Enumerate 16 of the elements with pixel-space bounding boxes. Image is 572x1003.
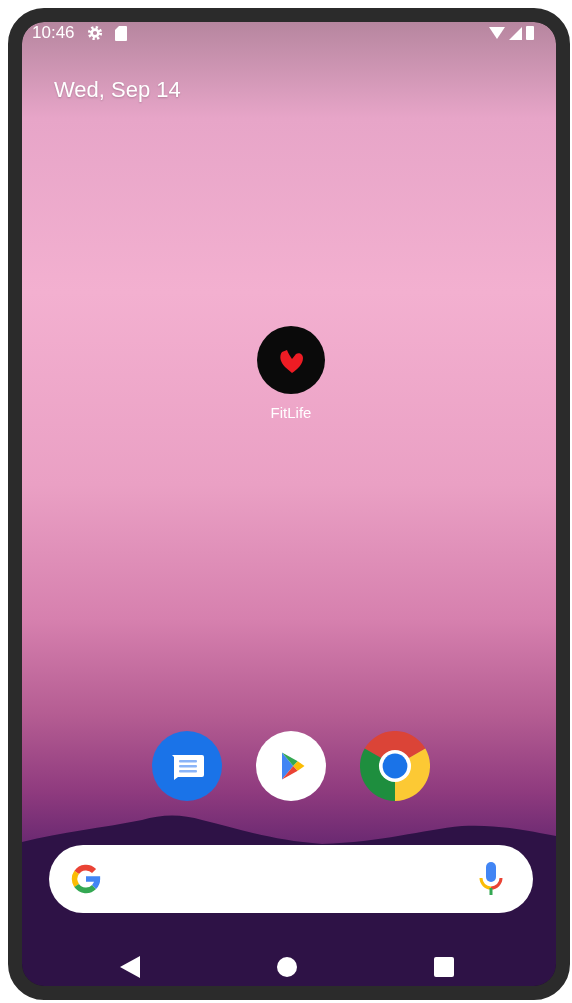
microphone-icon[interactable] — [479, 862, 503, 896]
home-icon[interactable] — [277, 957, 297, 977]
heart-app-icon[interactable] — [257, 326, 325, 394]
play-store-icon[interactable] — [256, 731, 326, 801]
status-time: 10:46 — [32, 23, 75, 43]
wifi-icon — [489, 27, 505, 39]
date-widget[interactable]: Wed, Sep 14 — [54, 76, 181, 104]
back-icon[interactable] — [120, 956, 140, 978]
settings-icon — [86, 25, 103, 41]
g-logo-icon — [69, 862, 103, 896]
signal-icon — [509, 26, 522, 40]
app-label[interactable]: FitLife — [270, 404, 312, 421]
sd-card-icon — [114, 25, 127, 41]
browser-app-icon[interactable] — [360, 731, 430, 801]
message-app-icon[interactable] — [152, 731, 222, 801]
battery-icon — [526, 26, 534, 40]
